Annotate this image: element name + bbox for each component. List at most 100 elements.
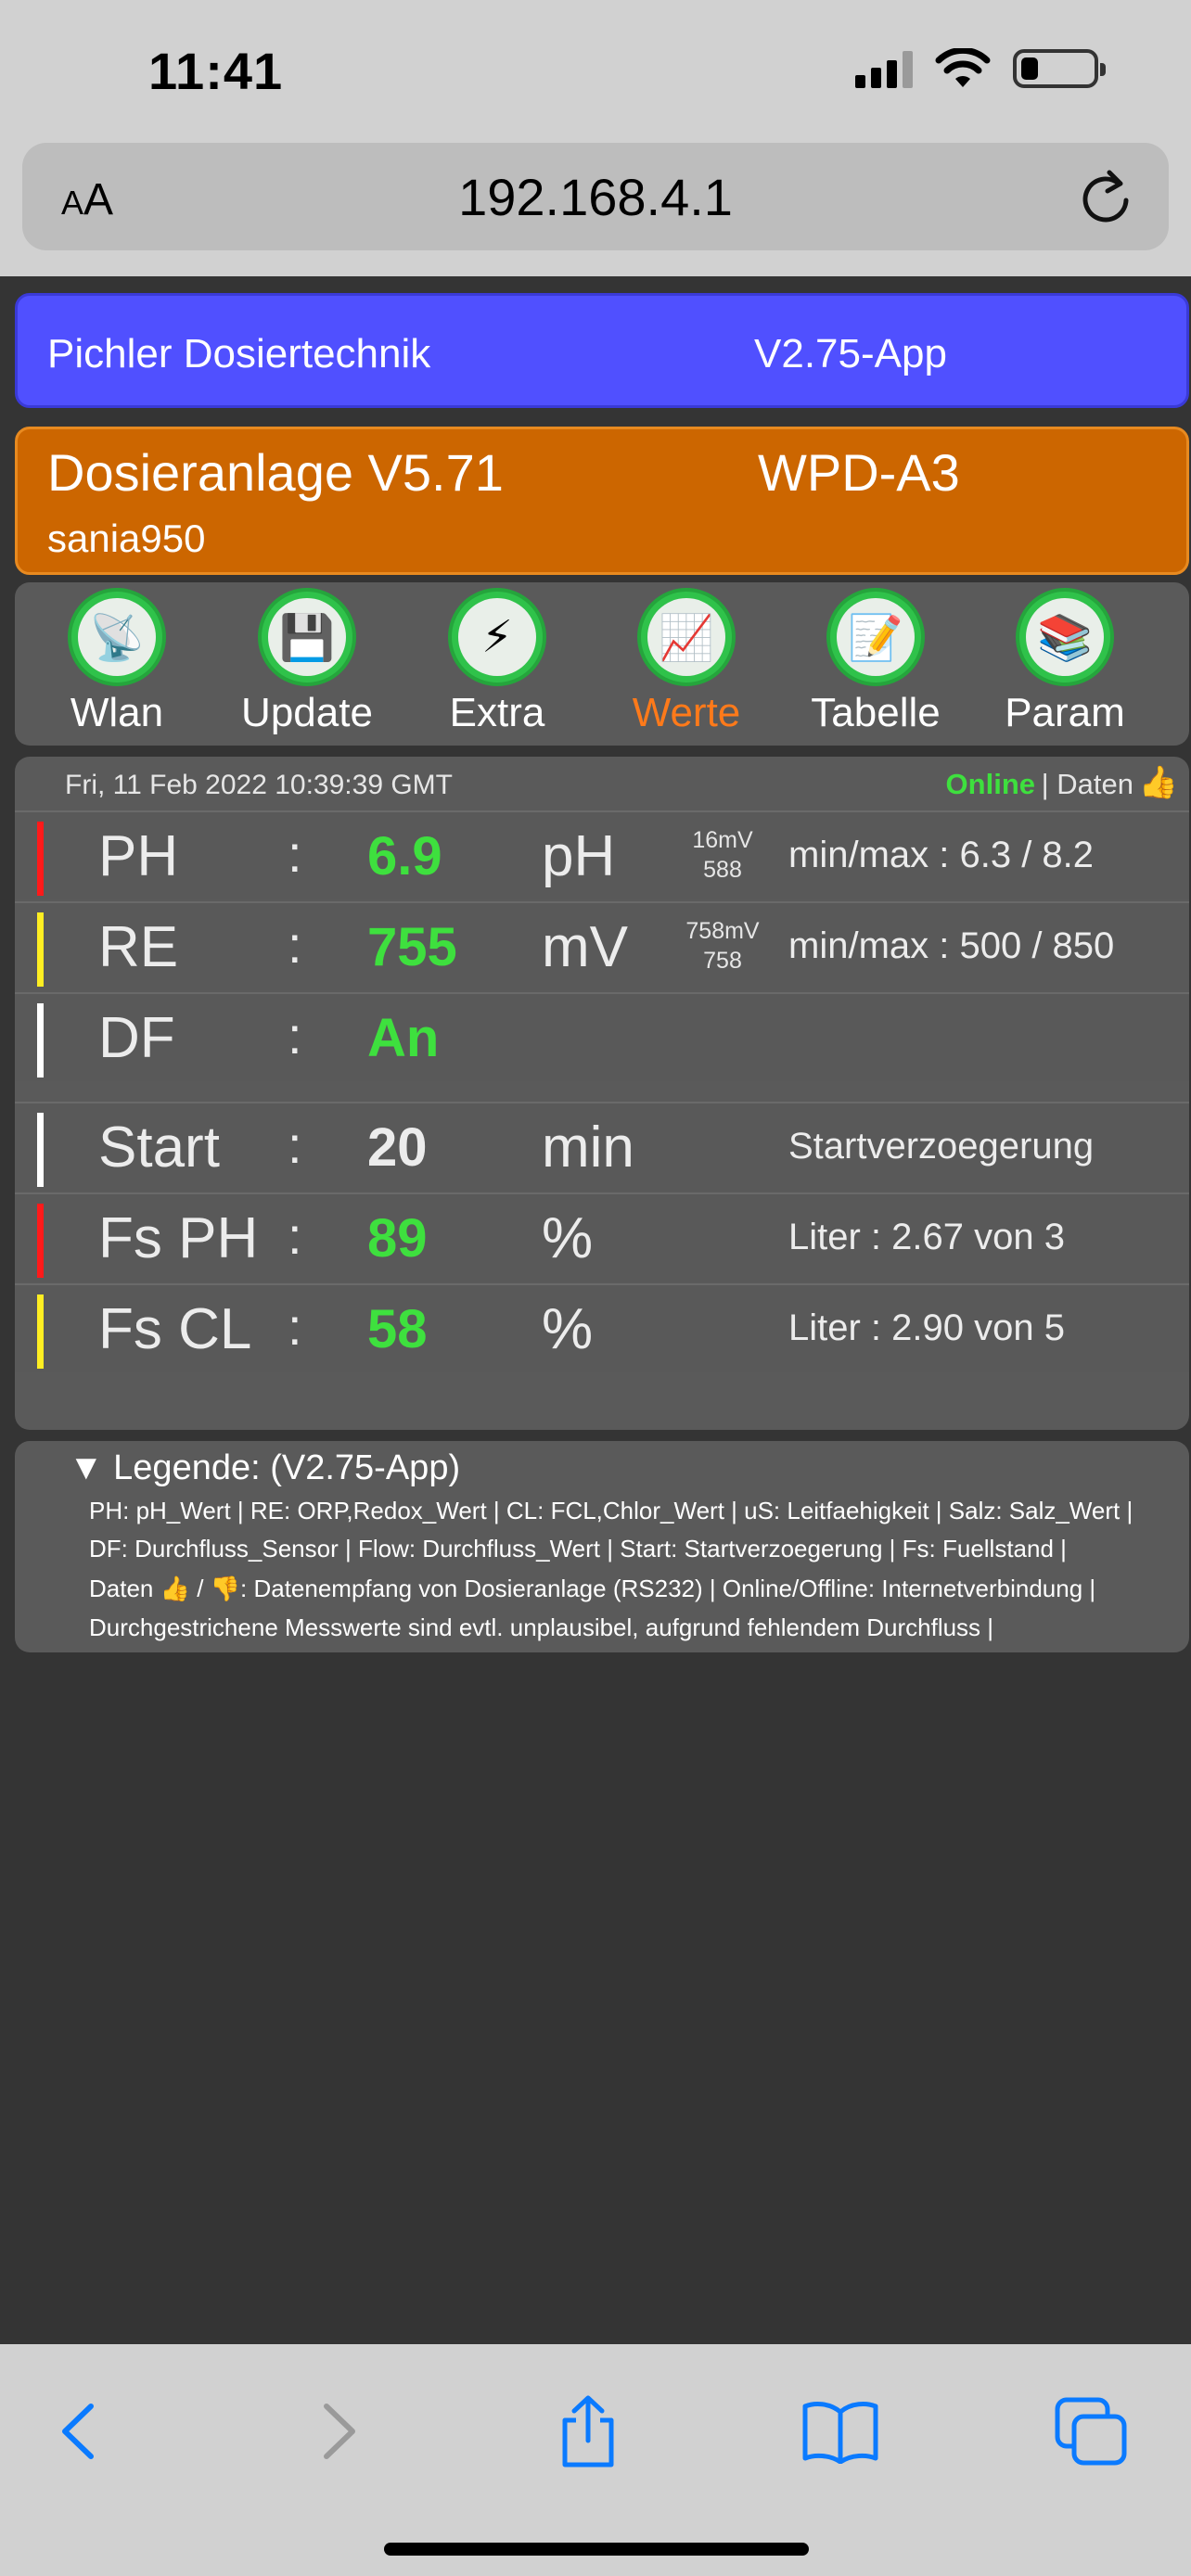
color-indicator [37, 1204, 44, 1278]
app-version: V2.75-App [754, 331, 947, 376]
legend-title[interactable]: ▼ Legende: (V2.75-App) [69, 1448, 460, 1488]
color-indicator [37, 1113, 44, 1187]
row-value: 89 [367, 1208, 428, 1269]
status-time: 11:41 [148, 42, 284, 100]
values-panel: Fri, 11 Feb 2022 10:39:39 GMT Online | D… [15, 757, 1189, 1430]
book-icon [802, 2402, 878, 2464]
status-bar: 11:41 [0, 0, 1191, 139]
row-colon: : [288, 1116, 302, 1174]
value-row-df: DF: An [15, 992, 1189, 1081]
row-unit: mV [542, 915, 628, 979]
bookmarks-button[interactable] [794, 2385, 887, 2478]
data-status-label: | Daten [1041, 768, 1133, 800]
row-value: 58 [367, 1299, 428, 1359]
share-button[interactable] [542, 2385, 634, 2478]
row-extra: min/max : 6.3 / 8.2 [788, 835, 1095, 875]
row-value: 755 [367, 917, 457, 977]
nav-label: Tabelle [811, 690, 941, 735]
lightning-icon: ⚡ [448, 588, 546, 686]
memo-icon: 📝 [826, 588, 925, 686]
value-row-start: Start: 20 min Startverzoegerung [15, 1102, 1189, 1191]
row-extra: min/max : 500 / 850 [788, 925, 1115, 966]
row-unit: % [542, 1297, 594, 1361]
nav-item-werte[interactable]: 📈 Werte [603, 588, 770, 736]
cellular-signal-icon [855, 49, 913, 88]
row-value: An [367, 1008, 440, 1068]
value-row-re: RE: 755 mV 758mV 758 min/max : 500 / 850 [15, 901, 1189, 990]
nav-item-tabelle[interactable]: 📝 Tabelle [792, 588, 959, 736]
device-user: sania950 [47, 516, 206, 560]
row-label: Fs CL [98, 1297, 252, 1361]
legend-line: DF: Durchfluss_Sensor | Flow: Durchfluss… [89, 1535, 1067, 1562]
device-model: WPD-A3 [758, 443, 960, 502]
row-extra: Liter : 2.67 von 3 [788, 1217, 1065, 1257]
device-title: Dosieranlage V5.71 [47, 443, 504, 502]
nav-item-update[interactable]: 💾 Update [224, 588, 391, 736]
nav-item-param[interactable]: 📚 Param [981, 588, 1148, 736]
device-header: Dosieranlage V5.71 WPD-A3 sania950 [15, 427, 1189, 575]
row-label: PH [98, 824, 179, 888]
legend: ▼ Legende: (V2.75-App) PH: pH_Wert | RE:… [15, 1441, 1189, 1652]
app-header: Pichler Dosiertechnik V2.75-App [15, 293, 1189, 408]
color-indicator [37, 822, 44, 896]
row-unit: pH [542, 824, 616, 888]
value-row-ph: PH: 6.9 pH 16mV 588 min/max : 6.3 / 8.2 [15, 810, 1189, 899]
info-line: Fri, 11 Feb 2022 10:39:39 GMT Online | D… [15, 757, 1189, 809]
browser-toolbar [0, 2344, 1191, 2576]
main-nav: 📡 Wlan 💾 Update ⚡ Extra 📈 Werte 📝 Tabelle 📚 Param [15, 582, 1189, 746]
row-value: 20 [367, 1117, 428, 1178]
datetime: Fri, 11 Feb 2022 10:39:39 GMT [65, 770, 453, 800]
satellite-dish-icon: 📡 [68, 588, 166, 686]
row-label: DF [98, 1006, 175, 1070]
wifi-icon [935, 48, 991, 87]
home-indicator[interactable] [384, 2543, 809, 2556]
legend-line: Daten 👍 / 👎: Datenempfang von Dosieranla… [89, 1575, 1096, 1602]
reload-icon[interactable] [1078, 167, 1133, 226]
row-colon: : [288, 915, 302, 974]
color-indicator [37, 1294, 44, 1369]
url-text[interactable]: 192.168.4.1 [22, 167, 1169, 227]
value-row-fs-ph: Fs PH: 89% Liter : 2.67 von 3 [15, 1192, 1189, 1282]
nav-label: Param [1005, 690, 1125, 735]
back-button[interactable] [32, 2385, 124, 2478]
row-raw-values: 16mV 588 [692, 827, 753, 883]
web-page: Pichler Dosiertechnik V2.75-App Dosieran… [0, 276, 1191, 2344]
legend-line: PH: pH_Wert | RE: ORP,Redox_Wert | CL: F… [89, 1497, 1133, 1524]
color-indicator [37, 1003, 44, 1078]
tabs-icon [1055, 2397, 1127, 2466]
row-value: 6.9 [367, 826, 442, 886]
nav-label: Update [241, 690, 373, 735]
nav-item-extra[interactable]: ⚡ Extra [414, 588, 581, 736]
nav-item-wlan[interactable]: 📡 Wlan [33, 588, 200, 736]
books-icon: 📚 [1016, 588, 1114, 686]
online-status: Online [945, 768, 1035, 800]
row-extra: Startverzoegerung [788, 1126, 1095, 1167]
battery-icon [1013, 49, 1106, 88]
chevron-left-icon [62, 2404, 94, 2459]
row-colon: : [288, 1206, 302, 1265]
floppy-disk-icon: 💾 [258, 588, 356, 686]
legend-line: Durchgestrichene Messwerte sind evtl. un… [89, 1613, 994, 1641]
value-row-fs-cl: Fs CL: 58% Liter : 2.90 von 5 [15, 1283, 1189, 1372]
row-unit: min [542, 1116, 634, 1180]
nav-label: Wlan [70, 690, 164, 735]
chevron-right-icon [324, 2404, 355, 2459]
status-icons [855, 48, 1106, 89]
nav-label: Extra [449, 690, 545, 735]
color-indicator [37, 912, 44, 987]
row-label: Start [98, 1116, 220, 1180]
row-colon: : [288, 1006, 302, 1065]
thumbs-up-icon: 👍 [1138, 765, 1178, 800]
address-bar[interactable]: AA 192.168.4.1 [22, 143, 1169, 250]
row-unit: % [542, 1206, 594, 1270]
chart-icon: 📈 [637, 588, 736, 686]
forward-button[interactable] [293, 2385, 386, 2478]
row-colon: : [288, 1297, 302, 1356]
company-name: Pichler Dosiertechnik [47, 331, 431, 376]
row-raw-values: 758mV 758 [685, 918, 760, 974]
row-colon: : [288, 824, 302, 883]
row-label: Fs PH [98, 1206, 259, 1270]
row-extra: Liter : 2.90 von 5 [788, 1307, 1065, 1348]
row-label: RE [98, 915, 179, 979]
tabs-button[interactable] [1044, 2385, 1137, 2478]
